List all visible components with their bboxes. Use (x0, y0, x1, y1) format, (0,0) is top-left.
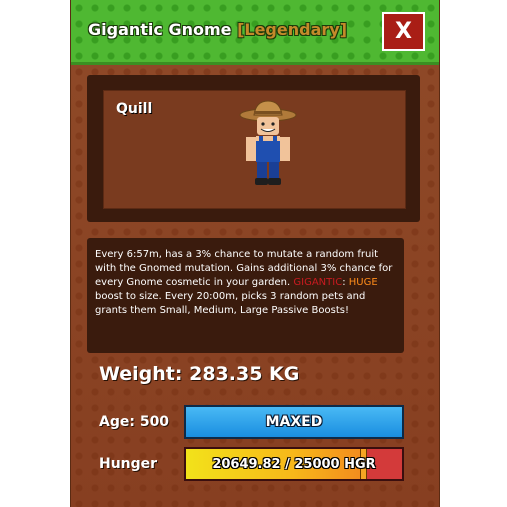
header-bar: Gigantic Gnome [Legendary] X (71, 0, 439, 65)
close-button[interactable]: X (382, 12, 425, 51)
hunger-value: 20649.82 / 25000 HGR (212, 456, 376, 472)
age-label: Age: 500 (99, 414, 170, 430)
gigantic-tag: GIGANTIC (293, 277, 343, 288)
pet-type-name: Gigantic Gnome (88, 20, 232, 39)
close-icon: X (395, 19, 412, 44)
age-status-text: MAXED (265, 414, 323, 430)
pet-description: Every 6:57m, has a 3% chance to mutate a… (87, 238, 404, 353)
pet-preview: Quill (103, 90, 406, 209)
age-progress-bar: MAXED (184, 405, 404, 439)
pet-title: Gigantic Gnome [Legendary] (88, 20, 347, 39)
hunger-label: Hunger (99, 456, 158, 472)
rarity-label: [Legendary] (237, 20, 347, 39)
weight-readout: Weight: 283.35 KG (99, 363, 300, 385)
huge-tag: HUGE (348, 277, 378, 288)
pet-name: Quill (116, 101, 153, 117)
gnome-avatar-icon (239, 100, 297, 185)
pet-info-panel: Gigantic Gnome [Legendary] X Quill Every… (70, 0, 440, 507)
hunger-progress-bar: 20649.82 / 25000 HGR (184, 447, 404, 481)
description-text-2: boost to size. Every 20:00m, picks 3 ran… (95, 291, 366, 316)
pet-preview-frame: Quill (87, 75, 420, 222)
